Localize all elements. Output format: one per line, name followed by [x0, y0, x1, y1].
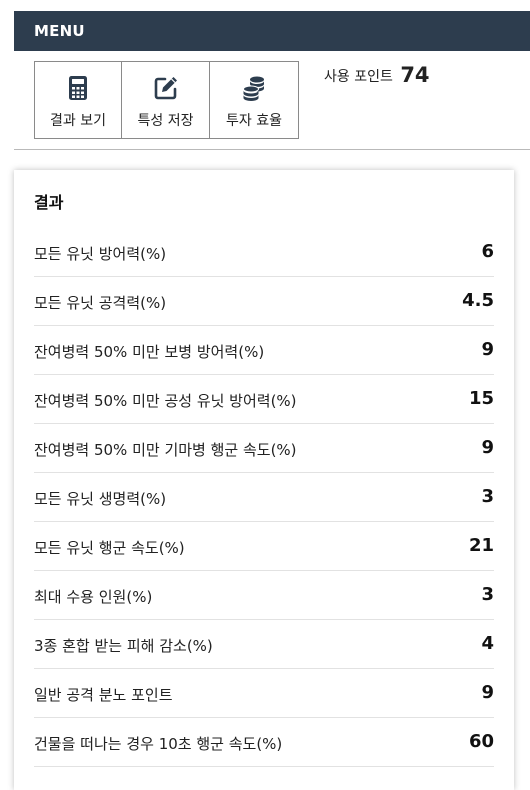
menu-header: MENU	[14, 11, 530, 51]
result-label: 3종 혼합 받는 피해 감소(%)	[34, 636, 213, 655]
investment-efficiency-label: 투자 효율	[226, 113, 282, 129]
result-label: 잔여병력 50% 미만 공성 유닛 방어력(%)	[34, 391, 297, 410]
result-value: 9	[481, 436, 494, 458]
result-row: 일반 공격 분노 포인트 9	[34, 669, 494, 718]
result-row: 모든 유닛 방어력(%) 6	[34, 228, 494, 277]
result-label: 잔여병력 50% 미만 보병 방어력(%)	[34, 342, 265, 361]
result-label: 모든 유닛 방어력(%)	[34, 244, 167, 263]
result-value: 3	[481, 485, 494, 507]
result-row: 잔여병력 50% 미만 공성 유닛 방어력(%) 15	[34, 375, 494, 424]
result-label: 일반 공격 분노 포인트	[34, 685, 173, 704]
result-label: 최대 수용 인원(%)	[34, 587, 153, 606]
result-value: 15	[468, 387, 494, 409]
results-title: 결과	[34, 193, 64, 212]
result-row: 잔여병력 50% 미만 기마병 행군 속도(%) 9	[34, 424, 494, 473]
calculator-icon	[69, 76, 87, 100]
action-button-group: 결과 보기 특성 저장 투자 효율	[34, 61, 299, 139]
result-label: 잔여병력 50% 미만 기마병 행군 속도(%)	[34, 440, 297, 459]
divider	[14, 149, 530, 150]
result-value: 60	[468, 730, 494, 752]
results-list: 모든 유닛 방어력(%) 6 모든 유닛 공격력(%) 4.5 잔여병력 50% 미…	[34, 228, 494, 767]
result-row: 최대 수용 인원(%) 3	[34, 571, 494, 620]
result-label: 모든 유닛 생명력(%)	[34, 489, 167, 508]
used-points-value: 74	[400, 63, 430, 87]
edit-icon	[154, 77, 177, 100]
results-card: 결과 모든 유닛 방어력(%) 6 모든 유닛 공격력(%) 4.5 잔여병력 50…	[14, 170, 514, 790]
result-row: 모든 유닛 공격력(%) 4.5	[34, 277, 494, 326]
result-label: 모든 유닛 공격력(%)	[34, 293, 167, 312]
result-row: 잔여병력 50% 미만 보병 방어력(%) 9	[34, 326, 494, 375]
result-label: 건물을 떠나는 경우 10초 행군 속도(%)	[34, 734, 283, 753]
result-value: 4.5	[462, 289, 494, 311]
view-results-button[interactable]: 결과 보기	[35, 62, 122, 138]
result-row: 모든 유닛 생명력(%) 3	[34, 473, 494, 522]
result-value: 4	[481, 632, 494, 654]
save-traits-button[interactable]: 특성 저장	[122, 62, 210, 138]
result-label: 모든 유닛 행군 속도(%)	[34, 538, 185, 557]
result-value: 3	[481, 583, 494, 605]
used-points-label: 사용 포인트	[324, 69, 393, 85]
result-value: 6	[481, 240, 494, 262]
result-row: 3종 혼합 받는 피해 감소(%) 4	[34, 620, 494, 669]
result-value: 9	[481, 681, 494, 703]
investment-efficiency-button[interactable]: 투자 효율	[210, 62, 298, 138]
result-row: 모든 유닛 행군 속도(%) 21	[34, 522, 494, 571]
result-value: 9	[481, 338, 494, 360]
result-row: 건물을 떠나는 경우 10초 행군 속도(%) 60	[34, 718, 494, 767]
used-points: 사용 포인트 74	[324, 62, 430, 87]
save-traits-label: 특성 저장	[137, 113, 194, 129]
coins-icon	[243, 76, 264, 101]
result-value: 21	[468, 534, 494, 556]
view-results-label: 결과 보기	[50, 113, 106, 129]
